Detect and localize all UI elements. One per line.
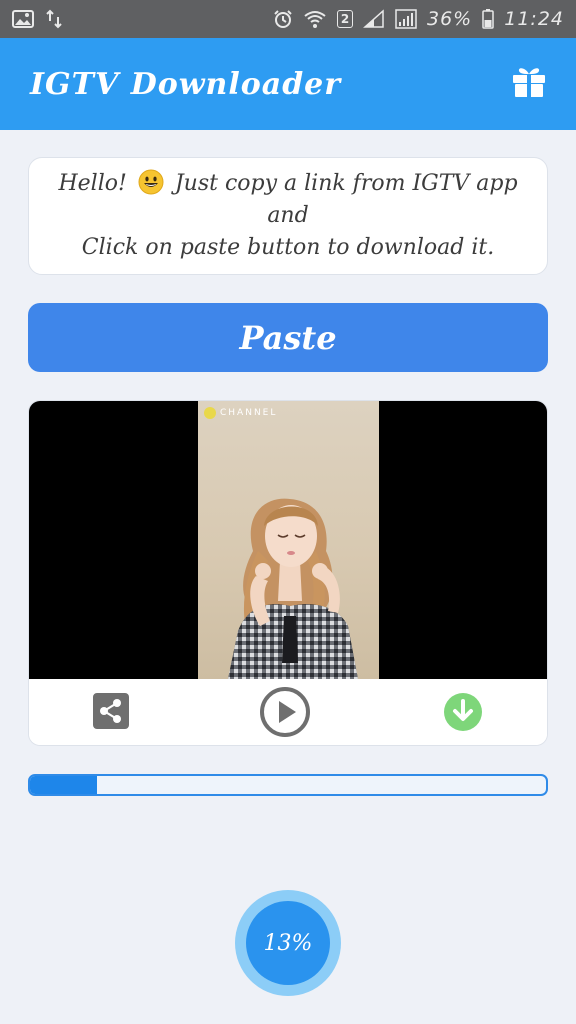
play-button[interactable]	[259, 686, 311, 742]
smiley-emoji-icon	[138, 169, 164, 195]
instruction-line-1: Hello! Just copy a link from IGTV app an…	[39, 168, 537, 232]
play-icon	[259, 686, 311, 742]
download-progress-bar	[28, 774, 548, 796]
wifi-icon	[303, 9, 327, 29]
paste-button[interactable]: Paste	[28, 303, 548, 372]
signal-icon	[363, 9, 385, 29]
sim-badge: 2	[337, 10, 353, 28]
transfer-icon	[44, 9, 64, 29]
gift-button[interactable]	[510, 65, 548, 103]
gift-icon	[512, 66, 546, 102]
app-bar: IGTV Downloader	[0, 38, 576, 130]
download-percent-badge: 13%	[235, 890, 341, 996]
share-icon	[93, 693, 129, 733]
video-thumbnail-image	[228, 498, 358, 679]
channel-logo-icon	[204, 407, 216, 419]
status-bar: 2 36% 11:24	[0, 0, 576, 38]
video-controls	[29, 679, 547, 745]
app-title: IGTV Downloader	[30, 66, 342, 102]
video-thumbnail: CHANNEL	[198, 401, 379, 679]
battery-percent: 36%	[427, 8, 473, 30]
download-progress-fill	[30, 776, 98, 794]
channel-watermark-text: CHANNEL	[220, 408, 278, 418]
instruction-card: Hello! Just copy a link from IGTV app an…	[28, 157, 548, 275]
channel-watermark: CHANNEL	[204, 407, 277, 419]
instruction-line-2: Click on paste button to download it.	[81, 235, 495, 260]
clock: 11:24	[504, 8, 564, 30]
status-bar-left	[12, 9, 64, 29]
battery-icon	[482, 9, 494, 29]
download-icon	[443, 692, 483, 736]
share-button[interactable]	[93, 693, 129, 733]
download-button[interactable]	[443, 692, 483, 736]
instruction-text-part: Just copy a link from IGTV app and	[174, 171, 518, 228]
video-card: CHANNEL	[28, 400, 548, 746]
video-player[interactable]: CHANNEL	[29, 401, 547, 679]
gallery-icon	[12, 10, 34, 28]
instruction-text: Hello! Just copy a link from IGTV app an…	[39, 168, 537, 264]
status-bar-right: 2 36% 11:24	[273, 8, 564, 30]
download-percent-label: 13%	[246, 901, 330, 985]
alarm-icon	[273, 9, 293, 29]
signal-icon-2	[395, 9, 417, 29]
greeting-text: Hello!	[58, 171, 127, 196]
